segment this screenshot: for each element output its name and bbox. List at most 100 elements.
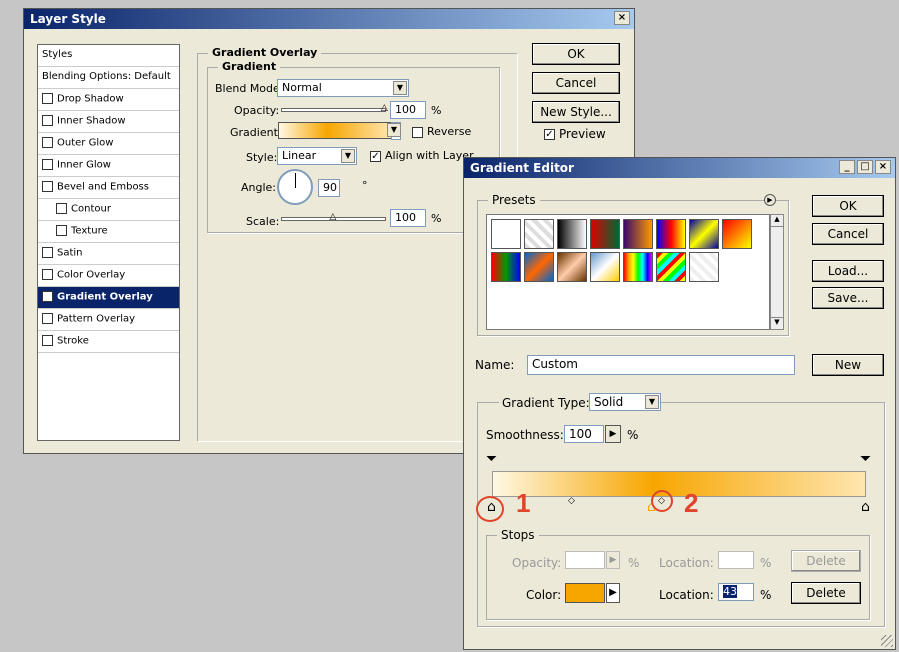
stop-color-location-input[interactable]: 43: [718, 583, 754, 601]
style-list-item[interactable]: Bevel and Emboss: [38, 177, 179, 199]
style-list-item[interactable]: Satin: [38, 243, 179, 265]
gradient-swatch[interactable]: [278, 122, 392, 139]
new-style-button[interactable]: New Style...: [532, 101, 620, 123]
style-list-item[interactable]: Outer Glow: [38, 133, 179, 155]
style-checkbox[interactable]: [42, 269, 53, 280]
smoothness-arrow-icon[interactable]: ▶: [605, 425, 621, 443]
style-checkbox[interactable]: [42, 335, 53, 346]
gradient-preset-swatch[interactable]: [557, 219, 587, 249]
style-select[interactable]: Linear ▼: [277, 147, 357, 165]
style-list-item[interactable]: Color Overlay: [38, 265, 179, 287]
style-checkbox[interactable]: [42, 181, 53, 192]
ok-button[interactable]: OK: [812, 195, 884, 217]
style-list-item[interactable]: ✓ Gradient Overlay: [38, 287, 179, 309]
angle-input[interactable]: 90: [318, 179, 340, 197]
align-check-box[interactable]: ✓: [370, 150, 381, 162]
gradient-preset-swatch[interactable]: [557, 252, 587, 282]
reverse-checkbox[interactable]: Reverse: [412, 125, 471, 138]
style-checkbox[interactable]: [42, 115, 53, 126]
stops-label: Stops: [497, 528, 539, 542]
style-list-label: Drop Shadow: [57, 93, 124, 105]
name-input[interactable]: Custom: [527, 355, 795, 375]
save-button[interactable]: Save...: [812, 287, 884, 309]
gradient-preset-swatch[interactable]: [491, 252, 521, 282]
minimize-icon[interactable]: _: [839, 160, 855, 174]
style-checkbox[interactable]: [56, 203, 67, 214]
scale-slider-thumb[interactable]: △: [329, 212, 337, 222]
gradient-preset-swatch[interactable]: [656, 219, 686, 249]
style-checkbox[interactable]: [42, 247, 53, 258]
gradient-preset-swatch[interactable]: [590, 252, 620, 282]
opacity-input[interactable]: 100: [390, 101, 426, 119]
scroll-down-icon[interactable]: ▼: [771, 317, 783, 329]
stop-color-swatch[interactable]: [565, 583, 605, 603]
presets-scrollbar[interactable]: ▲ ▼: [770, 214, 784, 330]
style-list-label: Outer Glow: [57, 137, 114, 149]
opacity-stop-left[interactable]: ⏷: [486, 451, 497, 467]
scale-input[interactable]: 100: [390, 209, 426, 227]
gradient-type-select[interactable]: Solid ▼: [589, 393, 661, 411]
blend-mode-select[interactable]: Normal ▼: [277, 79, 409, 97]
close-icon[interactable]: ×: [875, 160, 891, 174]
style-checkbox[interactable]: [42, 137, 53, 148]
close-icon[interactable]: ×: [614, 11, 630, 25]
gradient-bar[interactable]: [492, 471, 866, 497]
gradient-editor-titlebar[interactable]: Gradient Editor _ □ ×: [464, 158, 895, 178]
delete-opacity-stop-button[interactable]: Delete: [791, 550, 861, 572]
gradient-preset-swatch[interactable]: [524, 219, 554, 249]
style-list-item[interactable]: Contour: [38, 199, 179, 221]
resize-grip-icon[interactable]: [881, 635, 893, 647]
scale-slider[interactable]: △: [281, 212, 386, 222]
delete-color-stop-button[interactable]: Delete: [791, 582, 861, 604]
cancel-button[interactable]: Cancel: [532, 72, 620, 94]
stop-opacity-input[interactable]: [565, 551, 605, 569]
new-button[interactable]: New: [812, 354, 884, 376]
color-stop-right[interactable]: ⌂: [861, 499, 870, 515]
ok-button[interactable]: OK: [532, 43, 620, 65]
preview-check-box[interactable]: ✓: [544, 129, 555, 140]
gradient-preset-swatch[interactable]: [623, 219, 653, 249]
align-with-layer-checkbox[interactable]: ✓ Align with Layer: [370, 149, 474, 162]
style-list-item[interactable]: Texture: [38, 221, 179, 243]
style-checkbox[interactable]: [42, 313, 53, 324]
maximize-icon[interactable]: □: [857, 160, 873, 174]
style-list-item[interactable]: Pattern Overlay: [38, 309, 179, 331]
gradient-preset-swatch[interactable]: [656, 252, 686, 282]
style-list-item[interactable]: Drop Shadow: [38, 89, 179, 111]
reverse-check-box[interactable]: [412, 126, 423, 138]
gradient-preset-swatch[interactable]: [722, 219, 752, 249]
style-checkbox[interactable]: [42, 159, 53, 170]
presets-menu-icon[interactable]: ▶: [764, 194, 776, 206]
stop-color-label: Color:: [526, 588, 562, 602]
style-checkbox[interactable]: [56, 225, 67, 236]
gradient-preset-swatch[interactable]: [590, 219, 620, 249]
angle-dial[interactable]: [277, 169, 313, 205]
gradient-preset-swatch[interactable]: [623, 252, 653, 282]
style-checkbox[interactable]: [42, 93, 53, 104]
gradient-preset-swatch[interactable]: [491, 219, 521, 249]
stop-opacity-location-input[interactable]: [718, 551, 754, 569]
stops-group: Stops: [486, 528, 870, 620]
style-list-item[interactable]: Styles: [38, 45, 179, 67]
opacity-slider[interactable]: △: [281, 103, 388, 113]
cancel-button[interactable]: Cancel: [812, 223, 884, 245]
style-list-item[interactable]: Inner Shadow: [38, 111, 179, 133]
gradient-dropdown[interactable]: ▼: [387, 122, 401, 140]
preview-checkbox[interactable]: ✓ Preview: [544, 127, 606, 141]
gradient-preset-swatch[interactable]: [689, 252, 719, 282]
smoothness-input[interactable]: 100: [564, 425, 604, 443]
opacity-stop-right[interactable]: ⏷: [860, 451, 871, 467]
style-list-item[interactable]: Blending Options: Default: [38, 67, 179, 89]
gradient-preset-swatch[interactable]: [689, 219, 719, 249]
layer-style-titlebar[interactable]: Layer Style ×: [24, 9, 634, 29]
opacity-slider-thumb[interactable]: △: [381, 103, 389, 113]
load-button[interactable]: Load...: [812, 260, 884, 282]
stop-color-arrow-icon[interactable]: ▶: [606, 583, 620, 603]
stop-opacity-arrow-icon[interactable]: ▶: [606, 551, 620, 569]
style-list-item[interactable]: Inner Glow: [38, 155, 179, 177]
gradient-preset-swatch[interactable]: [524, 252, 554, 282]
style-checkbox[interactable]: ✓: [42, 291, 53, 302]
scroll-up-icon[interactable]: ▲: [771, 215, 783, 227]
midpoint-diamond[interactable]: ◇: [568, 496, 575, 506]
style-list-item[interactable]: Stroke: [38, 331, 179, 353]
